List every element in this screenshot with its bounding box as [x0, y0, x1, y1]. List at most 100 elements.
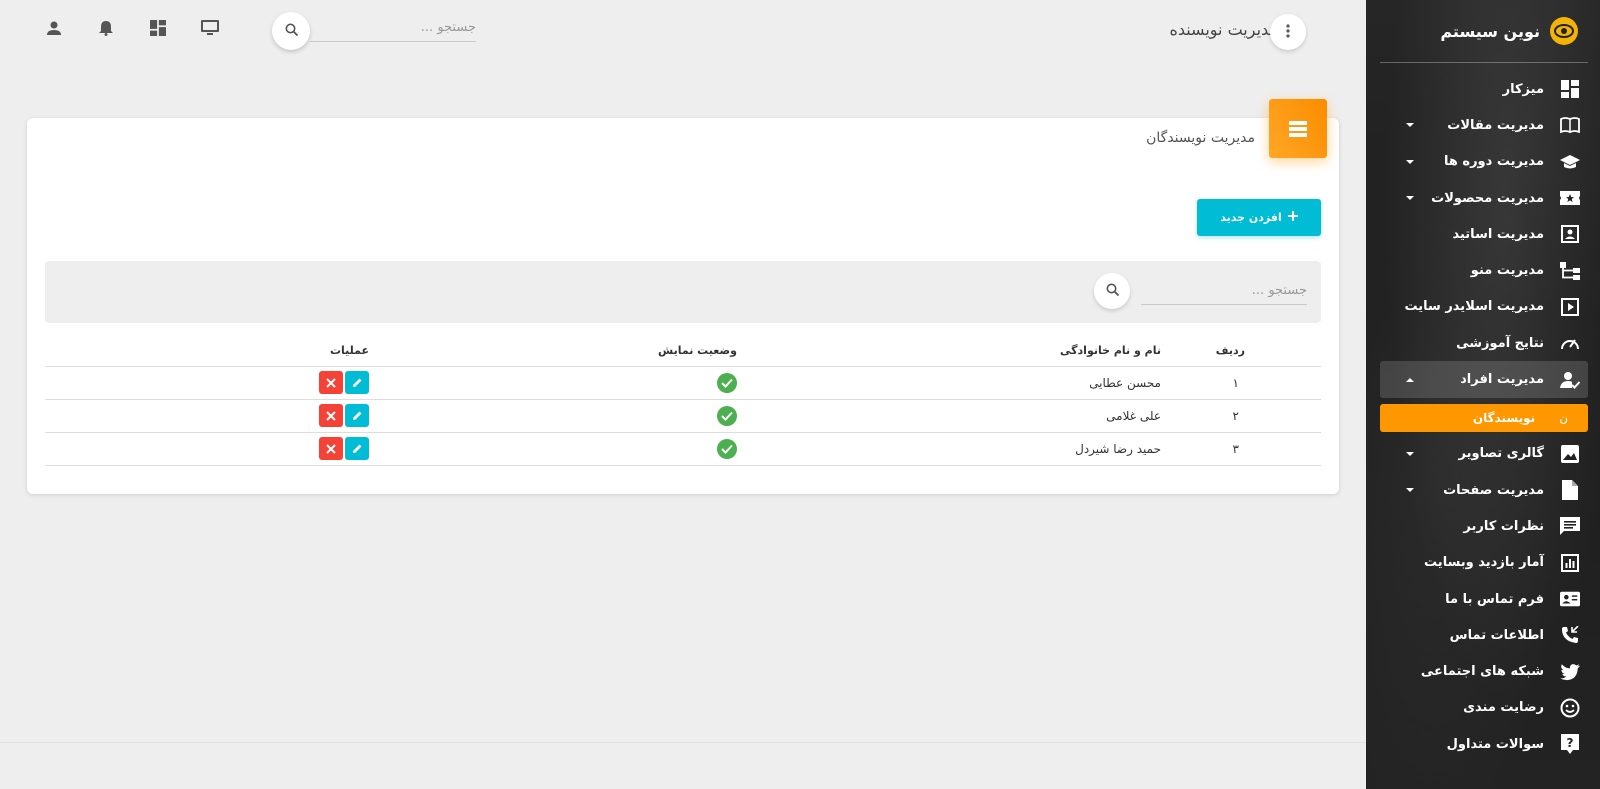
sidebar-item-satisfaction[interactable]: رضایت مندی [1380, 690, 1588, 726]
help-icon: ? [1560, 734, 1580, 755]
table-row: ۲ علی غلامی [45, 399, 1321, 433]
top-navbar: مدیریت نویسنده [0, 0, 1366, 62]
speed-icon [1560, 333, 1580, 353]
sidebar-item-label: مدیریت مقالات [1447, 117, 1544, 133]
table-search-input[interactable] [1141, 277, 1307, 305]
row-actions [319, 437, 369, 460]
sidebar-divider [1380, 62, 1588, 63]
top-search-button[interactable] [272, 12, 310, 50]
book-icon [1560, 115, 1580, 135]
plus-icon [1287, 211, 1298, 224]
column-header-index: ردیف [1161, 336, 1321, 367]
column-header-actions: عملیات [45, 336, 369, 367]
delete-button[interactable] [319, 437, 343, 460]
sidebar-subitem-label: نویسندگان [1472, 410, 1536, 425]
add-new-label: افزدن جدید [1220, 211, 1282, 224]
caret-down-icon [1406, 196, 1414, 201]
sidebar-item-teachers[interactable]: مدیریت اساتید [1380, 216, 1588, 252]
monitor-icon[interactable] [200, 18, 220, 38]
comment-icon [1560, 516, 1580, 536]
sidebar-item-label: مدیریت محصولات [1431, 190, 1544, 206]
card-title: مدیریت نویسندگان [1146, 130, 1255, 146]
sidebar-item-gallery[interactable]: گالری تصاویر [1380, 436, 1588, 472]
row-actions [319, 371, 369, 394]
sidebar-item-label: مدیریت صفحات [1443, 482, 1544, 498]
delete-button[interactable] [319, 404, 343, 427]
dashboard-icon [1560, 79, 1580, 99]
bell-icon[interactable] [96, 18, 116, 38]
sidebar-item-label: نظرات کاربر [1463, 518, 1544, 534]
list-icon [1269, 99, 1327, 158]
contact-icon [1560, 224, 1580, 244]
sidebar-item-label: نتایج آموزشی [1456, 335, 1544, 351]
dashboard-icon[interactable] [148, 18, 168, 38]
top-search-input[interactable] [310, 14, 476, 42]
row-actions [319, 404, 369, 427]
person-icon [1560, 370, 1580, 390]
edit-button[interactable] [345, 404, 369, 427]
school-icon [1560, 152, 1580, 172]
sidebar-subitem-writers[interactable]: نویسندگان ن [1380, 403, 1588, 432]
sidebar-item-label: مدیریت افراد [1460, 372, 1544, 388]
delete-button[interactable] [319, 371, 343, 394]
sidebar-item-menu[interactable]: مدیریت منو [1380, 252, 1588, 288]
sidebar-item-slider[interactable]: مدیریت اسلایدر سایت [1380, 289, 1588, 325]
sidebar-item-label: رضایت مندی [1463, 700, 1544, 716]
caret-down-icon [1406, 123, 1414, 128]
brand-logo[interactable]: نوین سیستم [1366, 0, 1600, 62]
sidebar-subitem-mini: ن [1559, 410, 1568, 425]
edit-button[interactable] [345, 437, 369, 460]
more-menu-button[interactable] [1270, 14, 1306, 50]
edit-button[interactable] [345, 371, 369, 394]
row-index: ۲ [1161, 399, 1321, 433]
table-row: ۱ محسن عطایی [45, 366, 1321, 400]
ticket-icon [1560, 188, 1580, 208]
sidebar-item-products[interactable]: مدیریت محصولات [1380, 180, 1588, 216]
sidebar: نوین سیستم میزکار مدیریت مقالات مدیریت د… [1366, 0, 1600, 789]
sidebar-item-label: سوالات متداول [1446, 736, 1544, 752]
caret-down-icon [1406, 159, 1414, 164]
caret-up-icon [1406, 377, 1414, 382]
search-icon [1106, 283, 1119, 299]
sidebar-item-contact-info[interactable]: اطلاعات تماس [1380, 617, 1588, 653]
sidebar-item-label: مدیریت اسلایدر سایت [1404, 299, 1544, 315]
check-circle-icon [717, 405, 737, 426]
sidebar-item-label: مدیریت دوره ها [1443, 154, 1544, 170]
row-index: ۱ [1161, 366, 1321, 400]
sidebar-item-results[interactable]: نتایج آموزشی [1380, 325, 1588, 361]
footer-divider [0, 742, 1366, 743]
add-new-button[interactable]: افزدن جدید [1197, 199, 1321, 236]
caret-down-icon [1406, 488, 1414, 493]
check-circle-icon [717, 372, 737, 393]
sidebar-item-pages[interactable]: مدیریت صفحات [1380, 472, 1588, 508]
sidebar-item-label: فرم تماس با ما [1445, 591, 1544, 607]
phone-icon [1560, 625, 1580, 645]
sidebar-item-comments[interactable]: نظرات کاربر [1380, 508, 1588, 544]
sidebar-item-social[interactable]: شبکه های اجتماعی [1380, 653, 1588, 689]
sidebar-item-courses[interactable]: مدیریت دوره ها [1380, 144, 1588, 180]
sidebar-item-dashboard[interactable]: میزکار [1380, 71, 1588, 107]
sidebar-item-label: شبکه های اجتماعی [1420, 664, 1544, 680]
writers-table: ردیف نام و نام خانوادگی وضعیت نمایش عملی… [45, 336, 1321, 466]
sidebar-item-label: مدیریت منو [1470, 263, 1544, 279]
twitter-icon [1560, 662, 1580, 682]
sidebar-item-contact-form[interactable]: فرم تماس با ما [1380, 581, 1588, 617]
sidebar-item-label: مدیریت اساتید [1452, 226, 1544, 242]
sidebar-item-stats[interactable]: آمار بازدید وبسایت [1380, 545, 1588, 581]
sidebar-item-people[interactable]: مدیریت افراد [1380, 361, 1588, 398]
sidebar-item-label: آمار بازدید وبسایت [1424, 555, 1544, 571]
sidebar-item-articles[interactable]: مدیریت مقالات [1380, 107, 1588, 143]
sidebar-item-faq[interactable]: سوالات متداول ? [1380, 726, 1588, 762]
sidebar-item-label: میزکار [1502, 81, 1544, 97]
table-header-row: ردیف نام و نام خانوادگی وضعیت نمایش عملی… [45, 336, 1321, 367]
sidebar-item-label: گالری تصاویر [1458, 446, 1544, 462]
row-name: حمید رضا شیردل [737, 432, 1161, 466]
more-vert-icon [1286, 23, 1290, 41]
column-header-status: وضعیت نمایش [369, 336, 737, 367]
column-header-name: نام و نام خانوادگی [737, 336, 1161, 367]
table-search-button[interactable] [1094, 273, 1130, 309]
tree-icon [1560, 261, 1580, 281]
user-icon[interactable] [44, 18, 64, 38]
file-icon [1560, 480, 1580, 501]
check-circle-icon [717, 438, 737, 459]
